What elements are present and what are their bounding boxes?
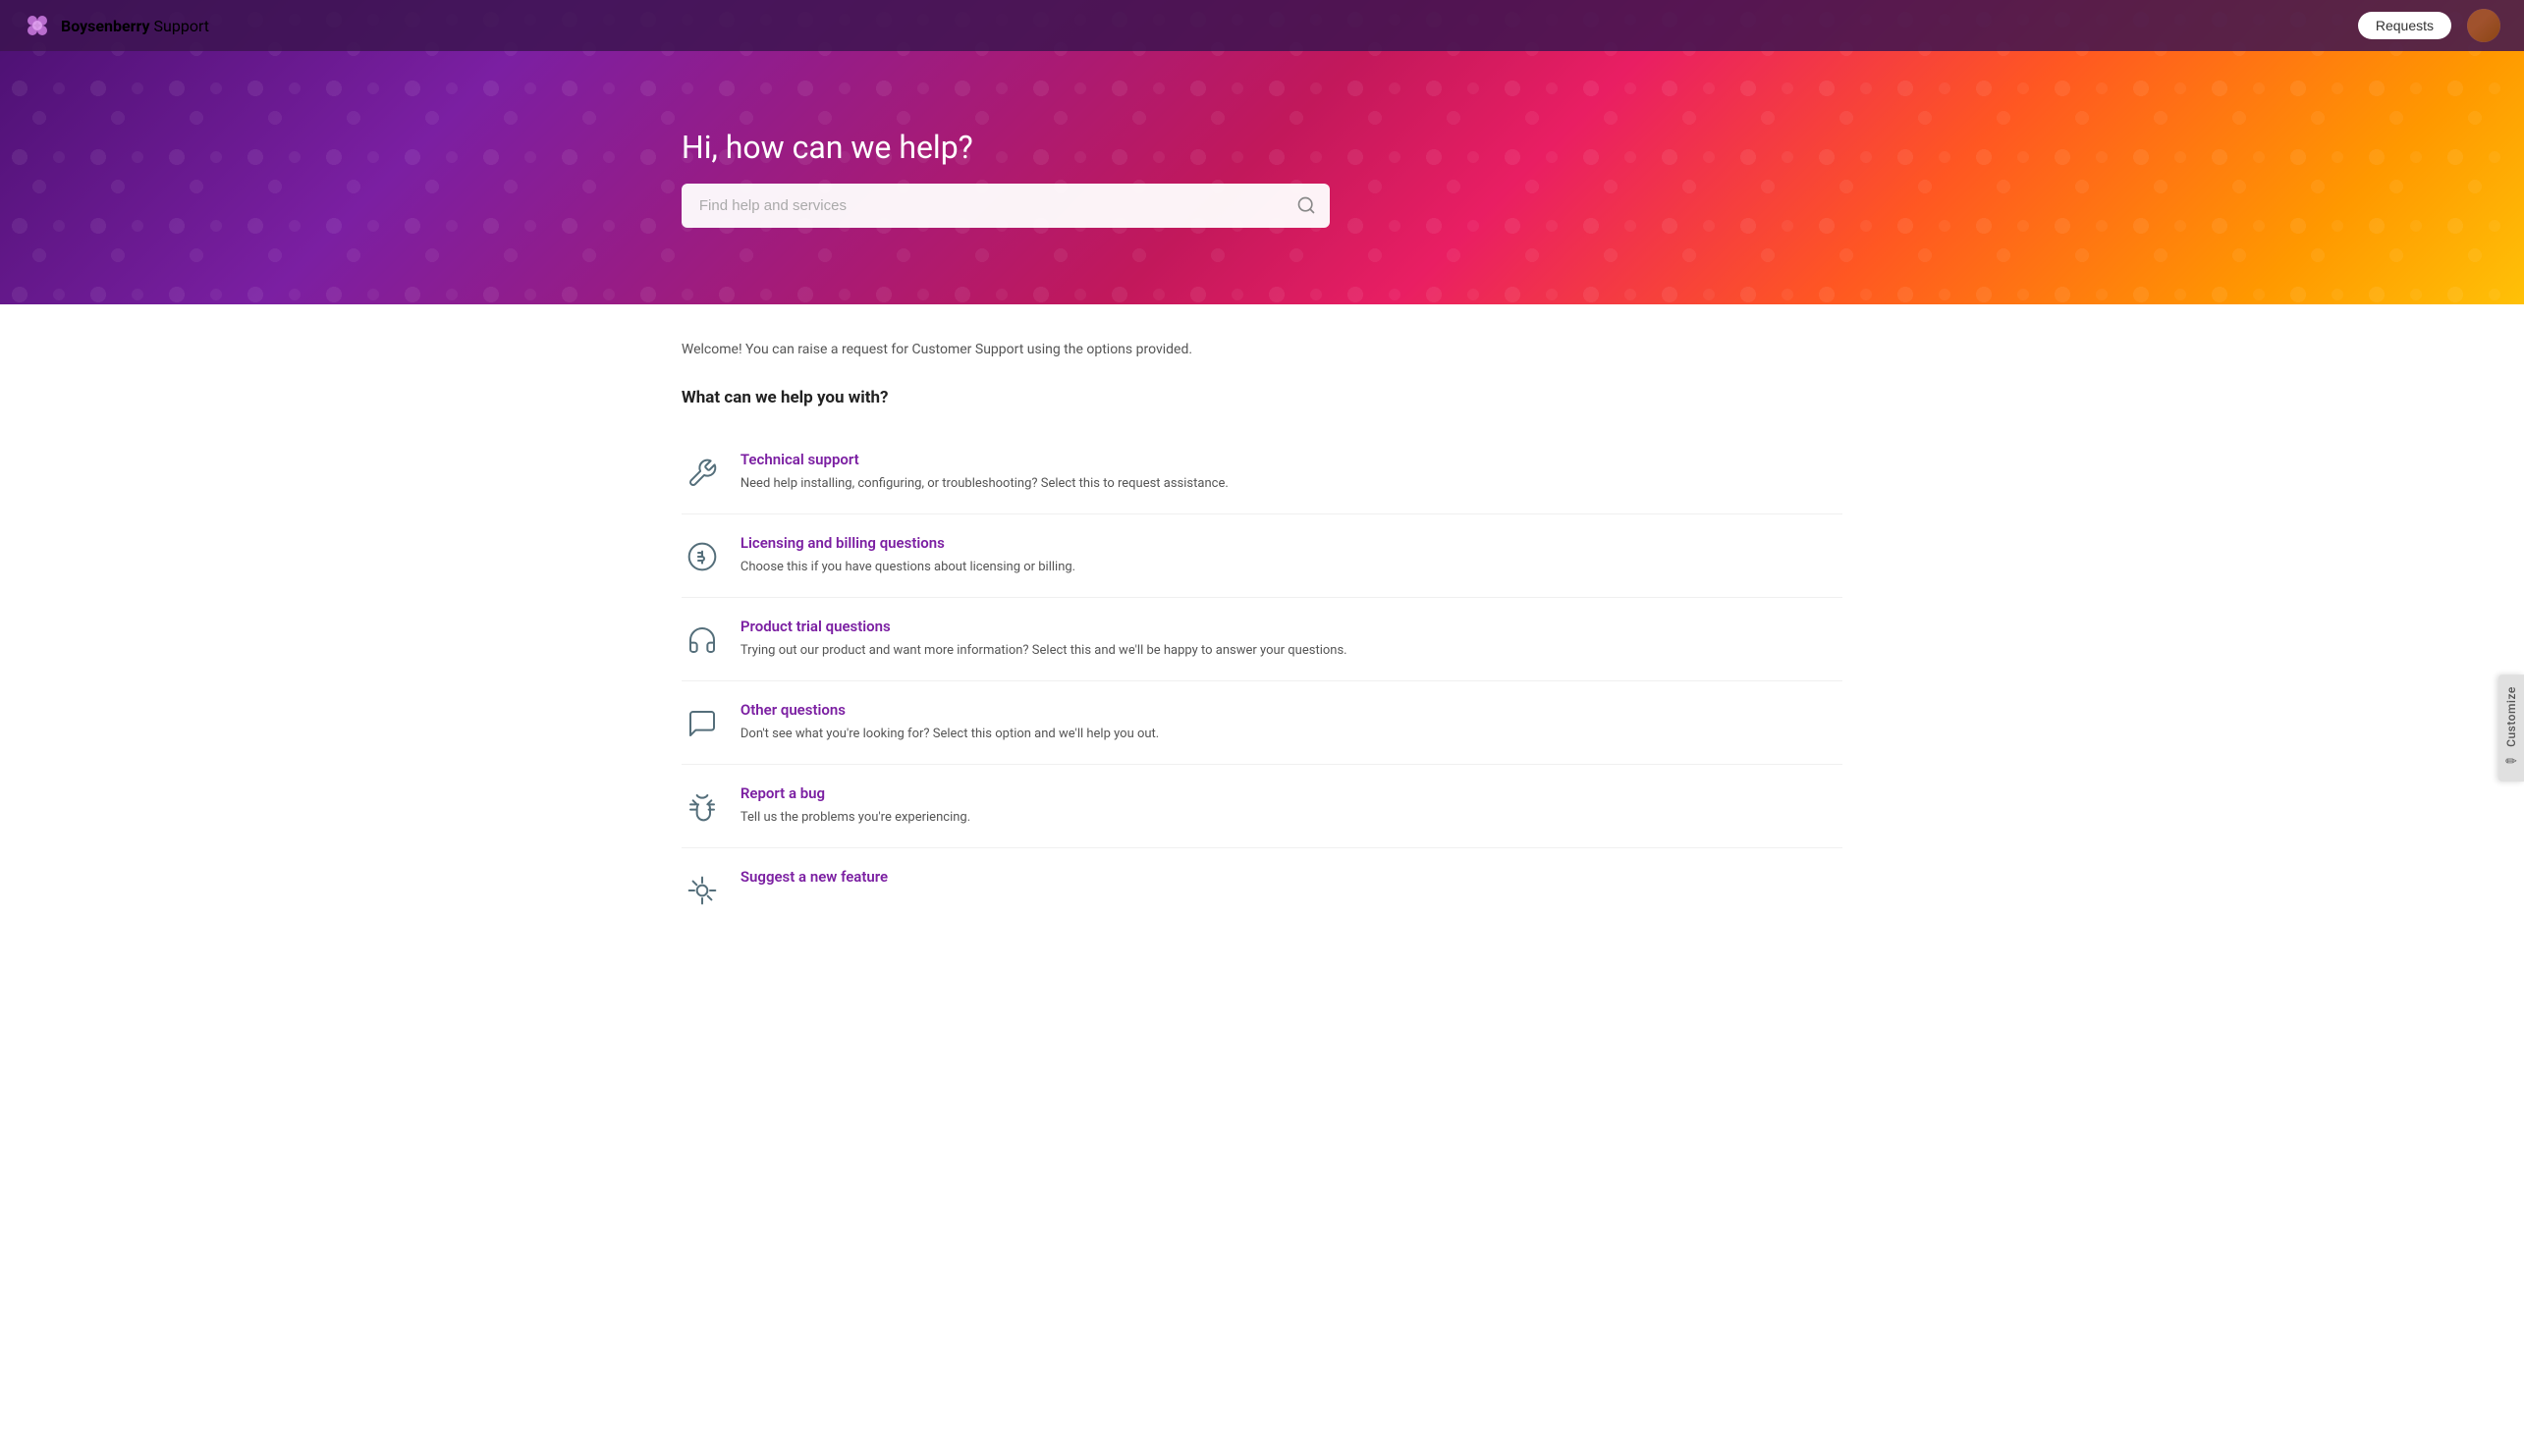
customize-tab[interactable]: Customize ✏	[2498, 674, 2524, 782]
service-item-product-trial[interactable]: Product trial questions Trying out our p…	[682, 598, 1842, 681]
other-questions-info: Other questions Don't see what you're lo…	[741, 701, 1842, 744]
suggest-feature-icon	[682, 870, 723, 911]
product-trial-info: Product trial questions Trying out our p…	[741, 618, 1842, 661]
section-title: What can we help you with?	[682, 388, 1842, 407]
licensing-billing-desc: Choose this if you have questions about …	[741, 560, 1075, 574]
licensing-billing-icon	[682, 536, 723, 577]
technical-support-icon	[682, 453, 723, 494]
service-list: Technical support Need help installing, …	[682, 431, 1842, 931]
welcome-text: Welcome! You can raise a request for Cus…	[682, 340, 1842, 360]
logo-area: Boysenberry Support	[24, 12, 209, 39]
service-item-technical-support[interactable]: Technical support Need help installing, …	[682, 431, 1842, 514]
product-trial-title: Product trial questions	[741, 618, 1842, 635]
report-bug-title: Report a bug	[741, 784, 1842, 802]
search-button[interactable]	[1296, 195, 1316, 215]
main-content: Welcome! You can raise a request for Cus…	[0, 304, 2524, 1456]
pencil-icon: ✏	[2505, 754, 2517, 770]
report-bug-icon	[682, 786, 723, 828]
customize-label: Customize	[2504, 686, 2518, 747]
suggest-feature-title: Suggest a new feature	[741, 868, 1842, 886]
licensing-billing-title: Licensing and billing questions	[741, 534, 1842, 552]
technical-support-info: Technical support Need help installing, …	[741, 451, 1842, 494]
other-questions-icon	[682, 703, 723, 744]
header-actions: Requests	[2358, 9, 2500, 42]
report-bug-info: Report a bug Tell us the problems you're…	[741, 784, 1842, 828]
requests-button[interactable]: Requests	[2358, 12, 2451, 39]
search-icon	[1296, 195, 1316, 215]
avatar[interactable]	[2467, 9, 2500, 42]
service-item-licensing-billing[interactable]: Licensing and billing questions Choose t…	[682, 514, 1842, 598]
search-bar	[682, 184, 1330, 228]
other-questions-desc: Don't see what you're looking for? Selec…	[741, 727, 1159, 741]
hero-title: Hi, how can we help?	[682, 129, 973, 166]
report-bug-desc: Tell us the problems you're experiencing…	[741, 810, 970, 825]
product-trial-icon	[682, 620, 723, 661]
site-header: Boysenberry Support Requests	[0, 0, 2524, 51]
service-item-suggest-feature[interactable]: Suggest a new feature	[682, 848, 1842, 931]
logo-icon	[24, 12, 51, 39]
service-item-report-bug[interactable]: Report a bug Tell us the problems you're…	[682, 765, 1842, 848]
service-item-other-questions[interactable]: Other questions Don't see what you're lo…	[682, 681, 1842, 765]
product-trial-desc: Trying out our product and want more inf…	[741, 643, 1347, 658]
search-input[interactable]	[682, 184, 1330, 228]
other-questions-title: Other questions	[741, 701, 1842, 719]
technical-support-desc: Need help installing, configuring, or tr…	[741, 476, 1229, 491]
licensing-billing-info: Licensing and billing questions Choose t…	[741, 534, 1842, 577]
suggest-feature-info: Suggest a new feature	[741, 868, 1842, 890]
technical-support-title: Technical support	[741, 451, 1842, 468]
logo-text: Boysenberry Support	[61, 17, 209, 35]
